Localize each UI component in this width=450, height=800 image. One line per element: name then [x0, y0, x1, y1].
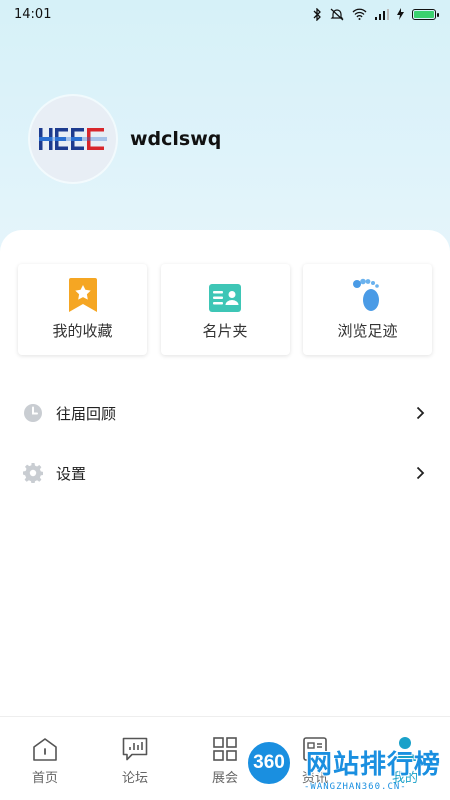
tab-label: 资讯	[301, 771, 328, 786]
grid-icon	[213, 737, 237, 761]
wifi-icon	[352, 8, 367, 20]
quick-action-label: 我的收藏	[52, 322, 113, 340]
status-bar: 14:01	[0, 0, 450, 28]
bottom-tab-bar: 首页 论坛 展会 资讯 我的	[0, 716, 450, 800]
menu-item-past-events[interactable]: 往届回顾	[0, 388, 450, 438]
quick-action-label: 浏览足迹	[337, 322, 398, 340]
clock-icon	[24, 404, 42, 422]
menu-item-label: 往届回顾	[56, 404, 117, 423]
charging-icon	[397, 8, 404, 20]
quick-action-favorites[interactable]: 我的收藏	[18, 264, 147, 355]
avatar[interactable]	[30, 96, 116, 182]
bookmark-star-icon	[68, 278, 97, 312]
news-icon	[303, 737, 327, 761]
tab-mine[interactable]: 我的	[360, 717, 450, 800]
signal-icon	[375, 8, 389, 20]
forum-chart-icon	[122, 737, 148, 761]
business-card-icon	[209, 284, 241, 312]
tab-label: 论坛	[121, 771, 148, 786]
username[interactable]: wdclswq	[130, 128, 221, 150]
tab-exhibition[interactable]: 展会	[180, 717, 270, 800]
quick-action-business-cards[interactable]: 名片夹	[160, 264, 290, 355]
mute-icon	[330, 8, 344, 20]
menu-item-label: 设置	[56, 464, 87, 483]
chevron-right-icon	[416, 406, 424, 420]
menu-item-settings[interactable]: 设置	[0, 448, 450, 498]
heec-logo	[39, 128, 107, 150]
quick-action-label: 名片夹	[202, 322, 248, 340]
tab-home[interactable]: 首页	[0, 717, 90, 800]
chevron-right-icon	[416, 466, 424, 480]
person-icon	[394, 737, 416, 761]
gear-icon	[23, 463, 43, 483]
tab-label: 首页	[31, 771, 58, 786]
tab-news[interactable]: 资讯	[270, 717, 360, 800]
quick-action-history[interactable]: 浏览足迹	[303, 264, 432, 355]
battery-icon	[412, 8, 439, 20]
status-time: 14:01	[14, 6, 52, 22]
tab-forum[interactable]: 论坛	[90, 717, 180, 800]
tab-label: 展会	[211, 771, 238, 786]
footprint-icon	[352, 278, 379, 311]
quick-actions: 我的收藏 名片夹 浏览足迹	[18, 264, 432, 355]
status-icons	[312, 7, 439, 21]
home-icon	[33, 738, 57, 761]
profile-header: wdclswq	[30, 96, 221, 182]
bluetooth-icon	[313, 7, 321, 21]
tab-label: 我的	[391, 771, 418, 786]
